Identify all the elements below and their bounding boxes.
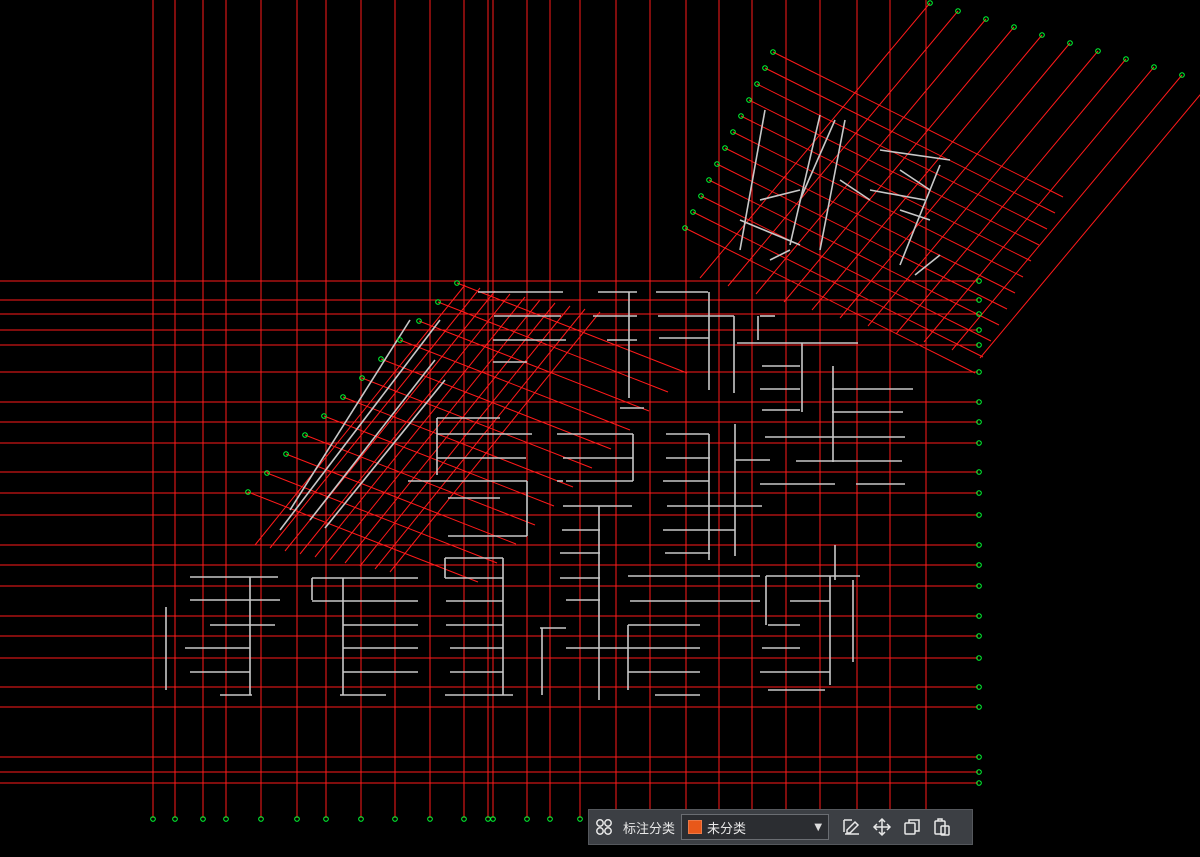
copy-button[interactable] (897, 812, 927, 842)
group-button[interactable] (589, 812, 619, 842)
category-select-value: 未分类 (707, 821, 747, 837)
copy-icon (904, 819, 920, 835)
annotation-toolbar: 标注分类 未分类 ▼ (588, 809, 973, 845)
edit-button[interactable] (837, 812, 867, 842)
edit-icon (843, 819, 860, 835)
chevron-down-icon: ▼ (814, 821, 823, 833)
cad-drawing-canvas[interactable] (0, 0, 1200, 857)
paste-button[interactable] (927, 812, 957, 842)
group-icon (596, 819, 612, 835)
paste-icon (934, 818, 950, 836)
move-button[interactable] (867, 812, 897, 842)
move-icon (872, 817, 892, 837)
category-select[interactable]: 未分类 ▼ (681, 814, 830, 840)
category-color-swatch (688, 820, 703, 834)
category-label: 标注分类 (623, 821, 676, 837)
